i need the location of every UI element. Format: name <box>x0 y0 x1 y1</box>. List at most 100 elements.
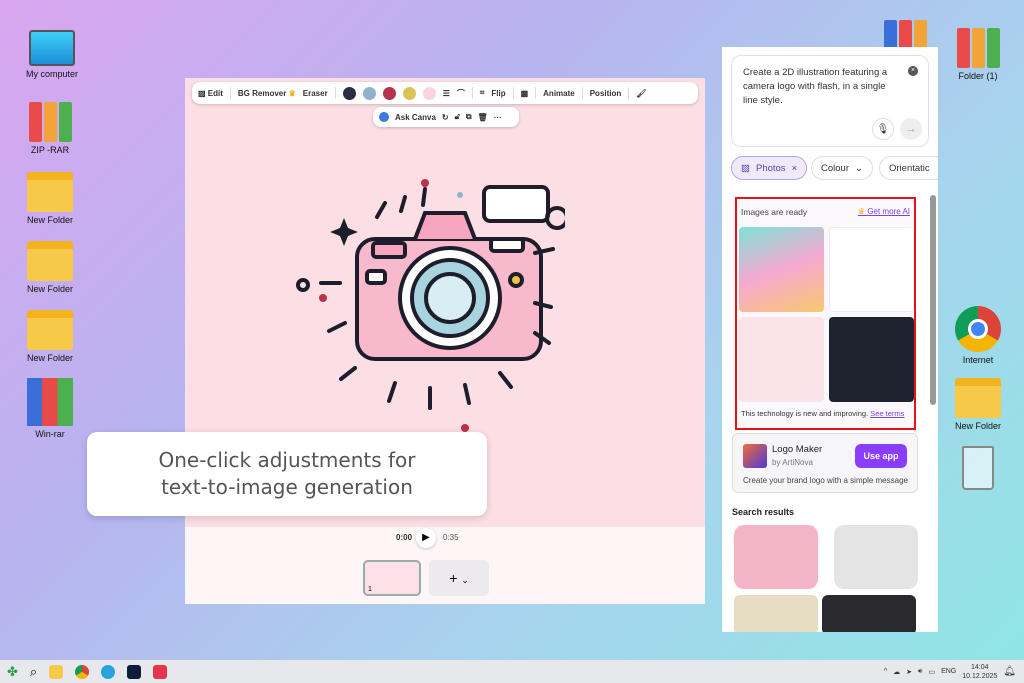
more-icon[interactable]: ··· <box>494 113 502 122</box>
current-time: 0:00 <box>396 533 413 542</box>
bg-remover-button[interactable]: BG Remover ♛ <box>238 89 296 98</box>
cloud-icon[interactable]: ☁ <box>893 668 900 676</box>
network-icon[interactable]: ▭ <box>928 668 935 676</box>
desktop-icon-new-folder[interactable]: New Folder <box>15 241 85 294</box>
binders-icon <box>27 102 73 142</box>
total-time: 0:35 <box>443 533 459 542</box>
label: ZIP -RAR <box>30 145 70 155</box>
desktop-icon-win-rar[interactable]: Win-rar <box>15 378 85 439</box>
photoshop-icon[interactable] <box>127 664 142 679</box>
desktop-icon-folder-1[interactable]: Folder (1) <box>943 28 1013 81</box>
ask-canva-button[interactable]: Ask Canva <box>395 113 436 122</box>
telegram-tray-icon[interactable]: ➤ <box>906 668 912 676</box>
flip-button[interactable]: Flip <box>491 89 505 98</box>
search-result[interactable] <box>734 525 818 589</box>
file-explorer-icon[interactable] <box>49 664 64 679</box>
label: Colour <box>821 162 849 174</box>
microphone-icon[interactable]: 🎙︎ <box>872 118 894 140</box>
generated-image-3[interactable] <box>739 317 824 402</box>
see-terms-link[interactable]: See terms <box>870 409 904 418</box>
disclaimer: This technology is new and improving. Se… <box>741 409 904 418</box>
binders-icon <box>955 28 1001 68</box>
crop-icon[interactable]: ⌗ <box>480 88 485 98</box>
prompt-input[interactable]: Create a 2D illustration featuring a cam… <box>731 55 929 147</box>
generated-image-4[interactable] <box>829 317 914 402</box>
language-indicator[interactable]: ENG <box>941 668 956 675</box>
folder-icon <box>27 172 73 212</box>
desktop-icon-new-folder[interactable]: New Folder <box>15 172 85 225</box>
desktop-icon-new-folder[interactable]: New Folder <box>943 378 1013 431</box>
divider <box>535 87 537 99</box>
position-button[interactable]: Position <box>590 89 622 98</box>
time: 14:04 <box>971 663 989 671</box>
timeline: 0:00 ▶ 0:35 1 + ⌄ <box>185 527 705 604</box>
duplicate-icon[interactable]: ⧉ <box>466 112 472 122</box>
edit-button[interactable]: ▨ Edit <box>198 89 223 98</box>
logo-maker-app-card[interactable]: Logo Maker by ArtiNova Use app Create yo… <box>732 433 918 493</box>
chrome-icon[interactable] <box>75 664 90 679</box>
search-result[interactable] <box>734 595 818 632</box>
eraser-button[interactable]: Eraser <box>303 89 328 98</box>
desktop-icon-internet[interactable]: Internet <box>943 306 1013 365</box>
trash-icon[interactable]: 🗑︎ <box>478 113 488 122</box>
filter-chip-colour[interactable]: Colour ⌄ <box>811 156 873 180</box>
prompt-text: Create a 2D illustration featuring a cam… <box>743 67 888 106</box>
camera-illustration[interactable] <box>285 173 565 433</box>
page-thumbnail[interactable]: 1 <box>363 560 421 596</box>
search-results-heading: Search results <box>732 507 795 517</box>
canva-ai-icon <box>379 112 389 122</box>
desktop-icon-my-computer[interactable]: My computer <box>17 30 87 79</box>
label: Edit <box>207 88 223 98</box>
scrollbar[interactable] <box>930 195 936 405</box>
clear-icon[interactable]: × <box>908 66 918 76</box>
animate-button[interactable]: Animate <box>543 89 575 98</box>
generated-image-1[interactable] <box>739 227 824 312</box>
stroke-weight-icon[interactable]: ☰ <box>443 89 450 98</box>
get-more-ai-link[interactable]: ♛ Get more AI <box>858 207 910 216</box>
filter-chip-photos[interactable]: ▨ Photos × <box>731 156 808 180</box>
color-swatch[interactable] <box>422 86 436 100</box>
search-result[interactable] <box>834 525 918 589</box>
volume-icon[interactable]: 🔊︎ <box>918 668 922 676</box>
generated-image-2[interactable] <box>829 227 914 312</box>
color-swatch[interactable] <box>362 86 376 100</box>
label: Orientatic <box>889 162 930 174</box>
transparency-icon[interactable]: ▩ <box>521 89 529 98</box>
taskbar: ✤ ⌕ ^ ☁ ➤ 🔊︎ ▭ ENG 14:04 10.12.2025 🔔︎ <box>0 660 1024 683</box>
ready-title: Images are ready <box>741 207 808 217</box>
label: This technology is new and improving. <box>741 409 869 418</box>
search-icon[interactable]: ⌕ <box>30 664 37 680</box>
start-icon[interactable]: ✤ <box>7 664 18 680</box>
notification-bell-icon[interactable]: 🔔︎ <box>1003 666 1016 677</box>
chevron-down-icon[interactable]: ⌄ <box>461 575 469 585</box>
app-description: Create your brand logo with a simple mes… <box>743 476 908 485</box>
play-button[interactable]: ▶ <box>416 528 436 548</box>
search-result[interactable] <box>822 595 916 632</box>
label: New Folder <box>26 215 73 225</box>
paint-roller-icon[interactable]: 🖌 <box>636 89 646 98</box>
divider <box>628 87 630 99</box>
ai-image-panel: Create a 2D illustration featuring a cam… <box>722 47 938 632</box>
add-page-button[interactable]: + ⌄ <box>429 560 489 596</box>
comment-icon[interactable]: ↻ <box>442 113 449 122</box>
desktop-icon-new-folder[interactable]: New Folder <box>15 310 85 363</box>
chevron-up-icon[interactable]: ^ <box>884 668 887 675</box>
use-app-button[interactable]: Use app <box>855 444 907 468</box>
color-swatch[interactable] <box>342 86 356 100</box>
app-icon[interactable] <box>153 664 168 679</box>
color-swatch[interactable] <box>402 86 416 100</box>
label: Get more AI <box>867 207 910 216</box>
desktop-icon-zip-rar[interactable]: ZIP -RAR <box>15 102 85 155</box>
lock-icon[interactable]: 🔓︎ <box>455 112 460 122</box>
desktop-icon-recycle-bin[interactable] <box>943 446 1013 493</box>
remove-icon[interactable]: × <box>792 163 798 174</box>
telegram-icon[interactable] <box>101 664 116 679</box>
divider <box>229 87 231 99</box>
color-swatch[interactable] <box>382 86 396 100</box>
app-logo-icon <box>743 444 767 468</box>
corner-icon[interactable]: ⌒ <box>457 88 465 99</box>
label: Win-rar <box>35 429 65 439</box>
submit-arrow-icon[interactable]: → <box>900 118 922 140</box>
filter-chip-orientation[interactable]: Orientatic <box>879 156 938 180</box>
clock[interactable]: 14:04 10.12.2025 <box>962 663 997 681</box>
